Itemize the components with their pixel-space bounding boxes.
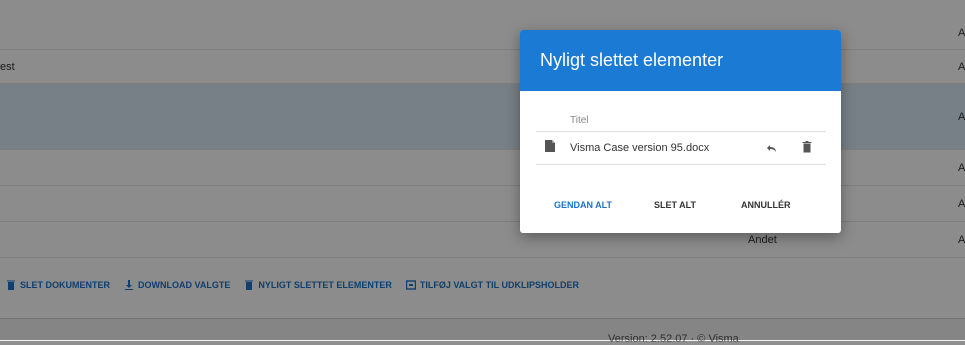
dialog-title: Nyligt slettet elementer bbox=[540, 50, 724, 70]
file-name: Visma Case version 95.docx bbox=[570, 142, 710, 154]
column-header-title: Titel bbox=[536, 110, 826, 132]
dialog-header: Nyligt slettet elementer bbox=[520, 30, 841, 91]
trash-icon[interactable] bbox=[802, 141, 812, 153]
undo-icon[interactable] bbox=[766, 142, 778, 154]
recently-deleted-dialog: Nyligt slettet elementer Titel Visma Cas… bbox=[520, 30, 841, 233]
file-icon bbox=[545, 140, 555, 152]
cancel-button[interactable]: ANNULLÉR bbox=[741, 200, 791, 210]
delete-all-button[interactable]: SLET ALT bbox=[654, 200, 696, 210]
dialog-actions: GENDAN ALT SLET ALT ANNULLÉR bbox=[520, 200, 841, 220]
deleted-items-table: Titel Visma Case version 95.docx bbox=[536, 110, 826, 165]
table-row[interactable]: Visma Case version 95.docx bbox=[536, 132, 826, 165]
restore-all-button[interactable]: GENDAN ALT bbox=[554, 200, 612, 210]
